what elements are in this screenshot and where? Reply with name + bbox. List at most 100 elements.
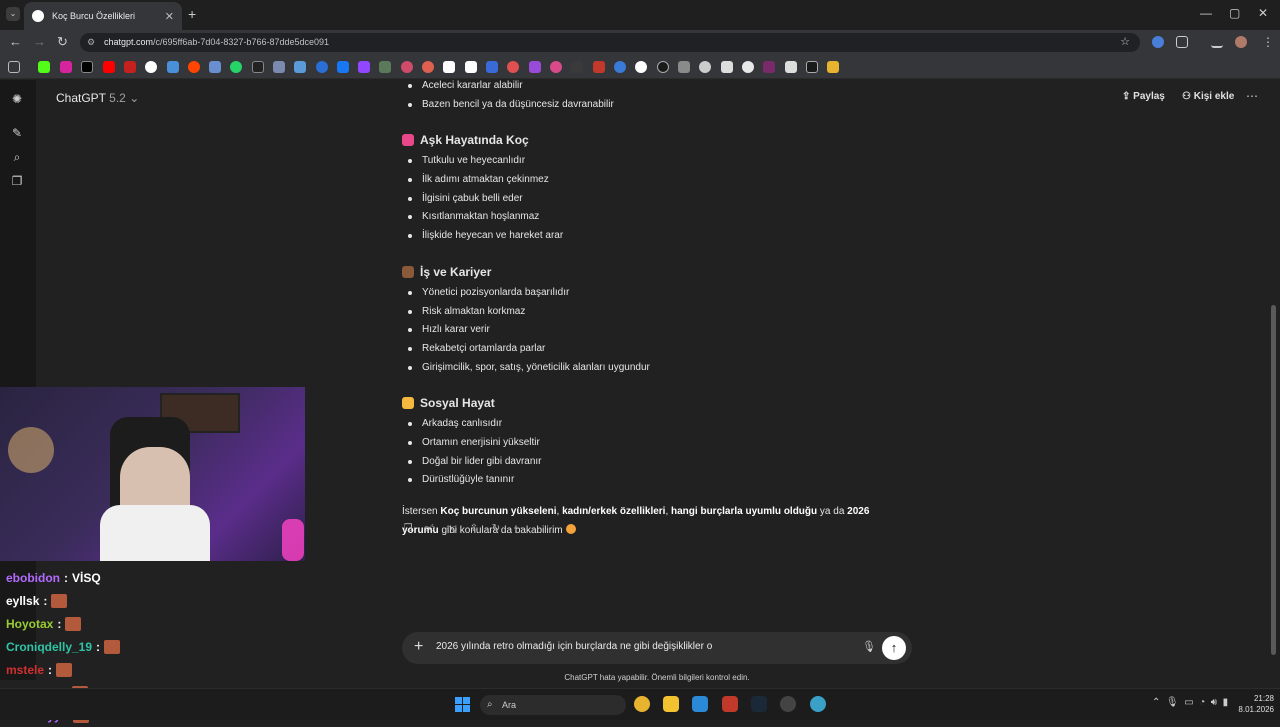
bookmark-icon[interactable] [529, 61, 541, 73]
share-button[interactable]: ⇪ Paylaş [1122, 91, 1165, 102]
share-icon[interactable]: ⇪ [468, 523, 480, 535]
tab-close-icon[interactable]: ✕ [165, 10, 174, 23]
new-tab-button[interactable]: + [188, 6, 196, 22]
chat-message: Hoyotax: [0, 612, 300, 635]
bookmark-icon[interactable] [742, 61, 754, 73]
browser-tab-strip: ⌄ Koç Burcu Özellikleri ✕ + — ▢ ✕ [0, 0, 1280, 30]
folder-icon[interactable] [827, 61, 839, 73]
bookmark-icon[interactable] [486, 61, 498, 73]
twitch-bookmark-icon[interactable] [358, 61, 370, 73]
bookmark-icon[interactable] [550, 61, 562, 73]
windows-taskbar: ⌕ Ara ⌃ 🎙︎ ▭ ◔ 🔊︎ ▮ 21:28 8.01.2026 [0, 688, 1280, 720]
extension-icon[interactable] [1152, 36, 1164, 48]
chatgpt-logo-icon[interactable]: ✺ [10, 92, 24, 106]
app-taskbar-icon[interactable] [722, 696, 738, 712]
system-tray[interactable]: ⌃ 🎙︎ ▭ ◔ 🔊︎ ▮ [1152, 697, 1228, 708]
tab-search-button[interactable]: ⌄ [6, 7, 20, 21]
bookmark-star-icon[interactable]: ☆ [1120, 33, 1130, 52]
window-close-button[interactable]: ✕ [1258, 6, 1268, 20]
new-chat-icon[interactable]: ✎ [10, 126, 24, 140]
bookmark-icon[interactable] [316, 61, 328, 73]
bookmark-icon[interactable] [571, 61, 583, 73]
prompt-input[interactable]: 2026 yılında retro olmadığı için burçlar… [436, 641, 712, 652]
copy-icon[interactable]: ❐ [402, 523, 414, 535]
summary-text: ya da [817, 506, 848, 517]
store-taskbar-icon[interactable] [692, 696, 708, 712]
taskbar-clock[interactable]: 21:28 8.01.2026 [1228, 693, 1274, 715]
site-info-icon[interactable]: ⚙ [87, 33, 95, 52]
bookmark-icon[interactable] [273, 61, 285, 73]
reload-button[interactable]: ↻ [57, 34, 68, 50]
section-title: Sosyal Hayat [420, 396, 495, 411]
bookmark-icon[interactable] [209, 61, 221, 73]
youtube-bookmark-icon[interactable] [103, 61, 115, 73]
chat-emote-icon [51, 593, 68, 608]
extensions-puzzle-icon[interactable] [1176, 36, 1188, 48]
bookmark-icon[interactable] [401, 61, 413, 73]
forward-button[interactable]: → [33, 34, 46, 49]
address-bar[interactable]: ⚙ chatgpt.com/c/695ff6ab-7d04-8327-b766-… [80, 33, 1140, 52]
clock-time: 21:28 [1253, 694, 1274, 703]
bookmark-icon[interactable] [657, 61, 669, 73]
profile-avatar[interactable] [1235, 36, 1247, 48]
apps-grid-icon[interactable] [8, 61, 20, 73]
gmail-bookmark-icon[interactable] [124, 61, 136, 73]
reading-list-icon[interactable] [1211, 36, 1223, 48]
x-bookmark-icon[interactable] [81, 61, 93, 73]
bookmark-icon[interactable] [678, 61, 690, 73]
bookmark-icon[interactable] [379, 61, 391, 73]
back-button[interactable]: ← [9, 34, 22, 49]
bookmark-icon[interactable] [507, 61, 519, 73]
scrollbar-thumb[interactable] [1271, 305, 1276, 655]
thumbs-up-icon[interactable]: 👍︎ [424, 523, 436, 535]
facebook-bookmark-icon[interactable] [337, 61, 349, 73]
bookmark-icon[interactable] [614, 61, 626, 73]
more-options-button[interactable]: ⋯ [1246, 89, 1258, 103]
bookmark-icon[interactable] [294, 61, 306, 73]
chat-message: ebobidon: VİSQ [0, 566, 300, 589]
browser-menu-icon[interactable]: ⋮ [1262, 35, 1274, 49]
library-icon[interactable]: ❐ [10, 174, 24, 188]
taskbar-search[interactable]: ⌕ Ara [480, 695, 626, 715]
bookmark-icon[interactable] [763, 61, 775, 73]
minimize-button[interactable]: — [1200, 6, 1212, 20]
browser-tab-active[interactable]: Koç Burcu Özellikleri ✕ [24, 2, 182, 30]
bookmark-icon[interactable] [721, 61, 733, 73]
bookmark-icon[interactable] [593, 61, 605, 73]
bookmark-icon[interactable] [252, 61, 264, 73]
bookmark-icon[interactable] [806, 61, 818, 73]
bookmark-icon[interactable] [465, 61, 477, 73]
instagram-bookmark-icon[interactable] [60, 61, 72, 73]
chrome-taskbar-icon[interactable] [634, 696, 650, 712]
thumbs-down-icon[interactable]: 👎︎ [446, 523, 458, 535]
prompt-composer[interactable]: + 2026 yılında retro olmadığı için burçl… [402, 632, 912, 664]
attach-plus-button[interactable]: + [414, 638, 423, 656]
reddit-bookmark-icon[interactable] [188, 61, 200, 73]
maximize-button[interactable]: ▢ [1229, 6, 1240, 20]
more-icon[interactable]: ⋯ [512, 523, 524, 535]
google-bookmark-icon[interactable] [145, 61, 157, 73]
model-selector[interactable]: ChatGPT 5.2 ⌄ [56, 91, 139, 105]
app-taskbar-icon[interactable] [780, 696, 796, 712]
whatsapp-bookmark-icon[interactable] [230, 61, 242, 73]
steam-taskbar-icon[interactable] [751, 696, 767, 712]
bookmark-icon[interactable] [422, 61, 434, 73]
bookmark-icon[interactable] [443, 61, 455, 73]
chat-separator: : [96, 639, 101, 654]
bookmark-icon[interactable] [635, 61, 647, 73]
microphone-icon[interactable]: 🎙︎ [862, 640, 876, 653]
file-explorer-taskbar-icon[interactable] [663, 696, 679, 712]
bookmark-icon[interactable] [699, 61, 711, 73]
search-icon[interactable]: ⌕ [10, 150, 24, 164]
bookmark-icon[interactable] [785, 61, 797, 73]
scrollbar[interactable] [1270, 80, 1276, 680]
share-icon: ⇪ [1122, 91, 1131, 102]
bookmark-icon[interactable] [167, 61, 179, 73]
send-button[interactable]: ↑ [882, 636, 906, 660]
add-person-label: Kişi ekle [1193, 91, 1235, 102]
app-taskbar-icon[interactable] [810, 696, 826, 712]
kick-bookmark-icon[interactable] [38, 61, 50, 73]
start-windows-icon[interactable] [455, 697, 470, 712]
add-person-button[interactable]: ⚇ Kişi ekle [1182, 91, 1234, 102]
regenerate-icon[interactable]: ↻ [490, 523, 502, 535]
